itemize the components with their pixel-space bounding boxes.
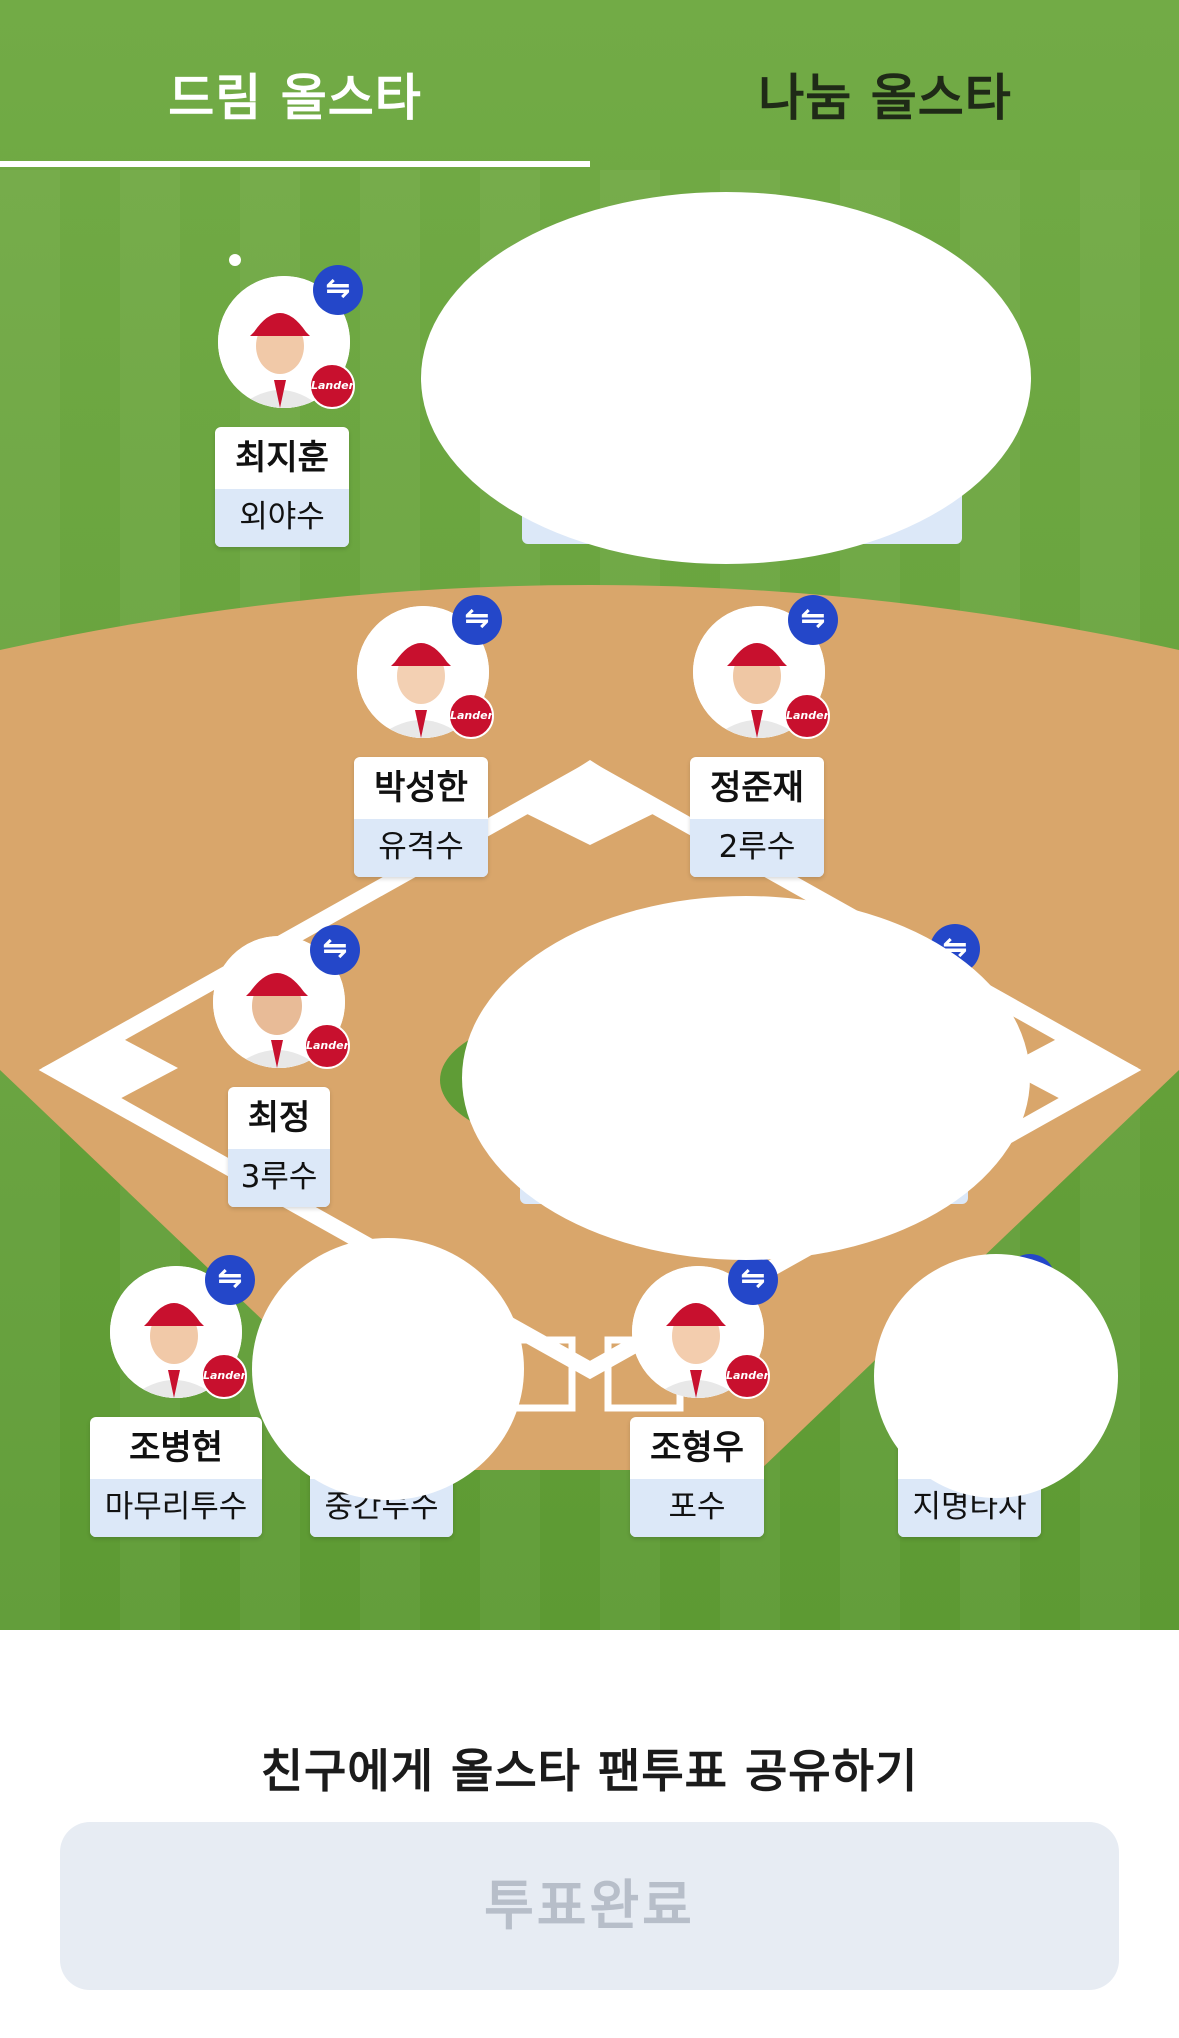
baseball-field: 드림 올스타 나눔 올스타 ⇋ Landers 최지훈 외야수 bbox=[0, 0, 1179, 1630]
player-slot-closer[interactable]: ⇋ Landers 조병현 마무리투수 bbox=[90, 1255, 265, 1543]
team-logo-icon: Landers bbox=[784, 693, 830, 739]
player-slot-shortstop[interactable]: ⇋ Landers 박성한 유격수 bbox=[354, 595, 534, 883]
player-name: 정준재 bbox=[710, 768, 804, 808]
redaction-blob bbox=[462, 896, 1030, 1260]
field-dot bbox=[229, 254, 241, 266]
team-logo-icon: Landers bbox=[201, 1353, 247, 1399]
player-card: 조병현 마무리투수 bbox=[90, 1417, 262, 1537]
player-position: 3루수 bbox=[228, 1149, 330, 1207]
team-logo-icon: Landers bbox=[448, 693, 494, 739]
active-tab-indicator bbox=[0, 161, 590, 167]
player-card: 최정 3루수 bbox=[228, 1087, 330, 1207]
tab-dream-allstar[interactable]: 드림 올스타 bbox=[0, 58, 590, 130]
swap-icon[interactable]: ⇋ bbox=[452, 595, 502, 645]
player-slot-third-base[interactable]: ⇋ Landers 최정 3루수 bbox=[212, 925, 392, 1213]
swap-icon[interactable]: ⇋ bbox=[205, 1255, 255, 1305]
player-slot-outfield[interactable]: ⇋ Landers 최지훈 외야수 bbox=[213, 265, 393, 553]
tab-nanum-allstar[interactable]: 나눔 올스타 bbox=[590, 58, 1179, 130]
player-position: 외야수 bbox=[215, 489, 349, 547]
player-name: 박성한 bbox=[374, 768, 468, 808]
swap-icon[interactable]: ⇋ bbox=[313, 265, 363, 315]
player-position: 2루수 bbox=[690, 819, 824, 877]
player-card: 박성한 유격수 bbox=[354, 757, 488, 877]
vote-complete-button[interactable]: 투표완료 bbox=[60, 1822, 1119, 1990]
player-name: 조형우 bbox=[650, 1428, 744, 1468]
swap-icon[interactable]: ⇋ bbox=[728, 1255, 778, 1305]
player-position: 마무리투수 bbox=[90, 1479, 262, 1537]
player-name: 조병현 bbox=[129, 1428, 223, 1468]
player-card: 조형우 포수 bbox=[630, 1417, 764, 1537]
player-name: 최정 bbox=[247, 1098, 311, 1138]
team-logo-icon: Landers bbox=[309, 363, 355, 409]
tab-bar: 드림 올스타 나눔 올스타 bbox=[0, 0, 1179, 170]
player-card: 정준재 2루수 bbox=[690, 757, 824, 877]
team-logo-icon: Landers bbox=[724, 1353, 770, 1399]
redaction-blob bbox=[252, 1238, 524, 1500]
redaction-blob bbox=[874, 1254, 1118, 1498]
swap-icon[interactable]: ⇋ bbox=[788, 595, 838, 645]
player-slot-catcher[interactable]: ⇋ Landers 조형우 포수 bbox=[630, 1255, 810, 1543]
team-logo-icon: Landers bbox=[304, 1023, 350, 1069]
player-position: 포수 bbox=[630, 1479, 764, 1537]
player-name: 최지훈 bbox=[235, 438, 329, 478]
swap-icon[interactable]: ⇋ bbox=[310, 925, 360, 975]
redaction-blob bbox=[421, 192, 1031, 564]
player-position: 유격수 bbox=[354, 819, 488, 877]
player-card: 최지훈 외야수 bbox=[215, 427, 349, 547]
share-vote-link[interactable]: 친구에게 올스타 팬투표 공유하기 bbox=[0, 1735, 1179, 1801]
player-slot-second-base[interactable]: ⇋ Landers 정준재 2루수 bbox=[690, 595, 870, 883]
